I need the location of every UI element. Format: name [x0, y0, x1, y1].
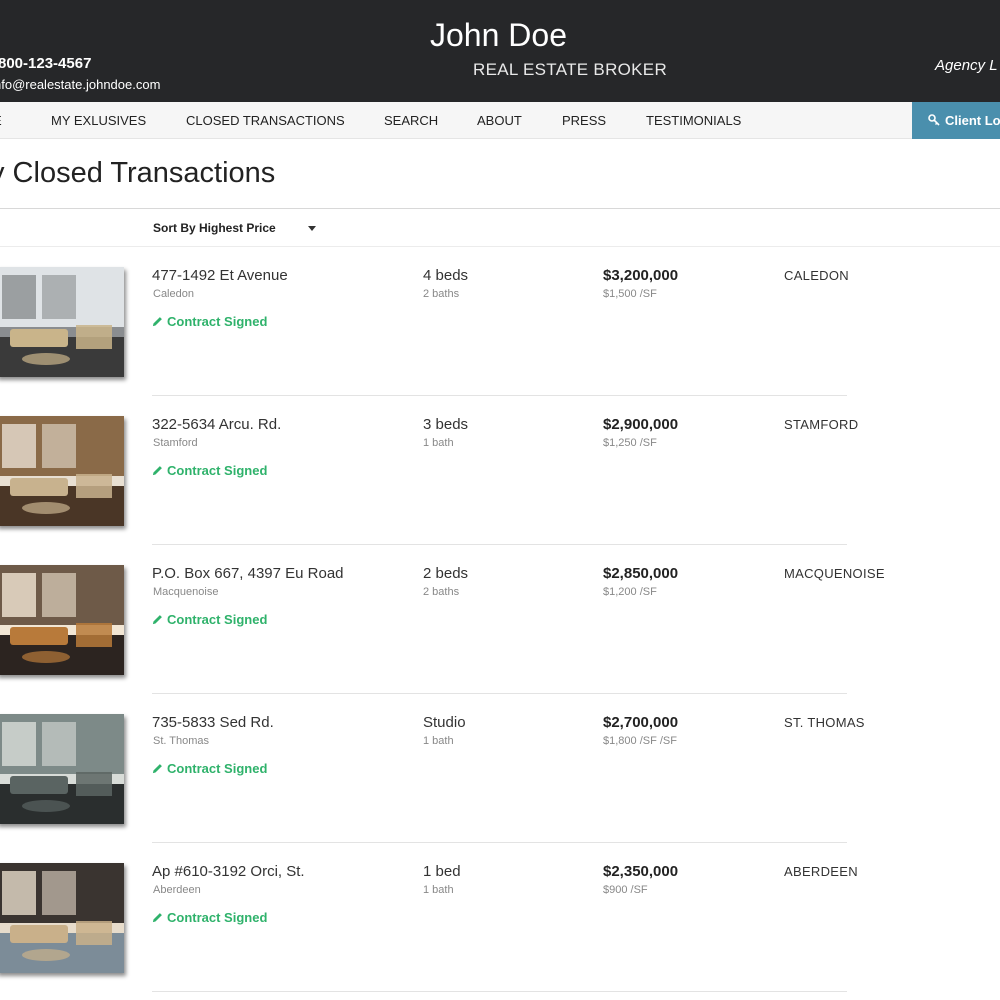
- listing-region: STAMFORD: [784, 417, 859, 432]
- nav-item-about[interactable]: ABOUT: [477, 113, 522, 128]
- nav-item-testimonials[interactable]: TESTIMONIALS: [646, 113, 741, 128]
- listing-price: $3,200,000: [603, 267, 679, 284]
- listing-region: ABERDEEN: [784, 864, 858, 879]
- header-phone[interactable]: 800-123-4567: [0, 55, 91, 72]
- listing-divider: [152, 991, 847, 992]
- title-divider: [0, 208, 1000, 209]
- listing-item: 477-1492 Et Avenue Caledon Contract Sign…: [0, 247, 1000, 396]
- listing-city: St. Thomas: [153, 735, 210, 747]
- listing-price-per-sf: $900 /SF: [603, 884, 648, 896]
- caret-down-icon[interactable]: [308, 226, 316, 231]
- listing-baths: 1 bath: [423, 884, 454, 896]
- listing-region: ST. THOMAS: [784, 715, 865, 730]
- client-login-button[interactable]: Client Lo: [912, 102, 1000, 139]
- listing-baths: 1 bath: [423, 735, 454, 747]
- listing-price: $2,900,000: [603, 416, 679, 433]
- listing-city: Macquenoise: [153, 586, 219, 598]
- listing-item: 735-5833 Sed Rd. St. Thomas Contract Sig…: [0, 694, 1000, 843]
- listing-photo[interactable]: [0, 863, 124, 973]
- listing-price-per-sf: $1,250 /SF: [603, 437, 657, 449]
- listing-baths: 2 baths: [423, 586, 460, 598]
- listing-beds: Studio: [423, 714, 466, 731]
- status-label: Contract Signed: [152, 314, 267, 329]
- nav-item-press[interactable]: PRESS: [562, 113, 606, 128]
- pencil-icon: [152, 764, 162, 774]
- listing-address[interactable]: Ap #610-3192 Orci, St.: [152, 863, 305, 880]
- listing-price: $2,700,000: [603, 714, 679, 731]
- room-photo-icon: [0, 416, 124, 526]
- room-photo-icon: [0, 863, 124, 973]
- listing-photo[interactable]: [0, 565, 124, 675]
- listing-photo[interactable]: [0, 714, 124, 824]
- listing-price-per-sf: $1,200 /SF: [603, 586, 657, 598]
- listing-price: $2,350,000: [603, 863, 679, 880]
- listing-item: 322-5634 Arcu. Rd. Stamford Contract Sig…: [0, 396, 1000, 545]
- pencil-icon: [152, 913, 162, 923]
- listing-baths: 1 bath: [423, 437, 454, 449]
- listing-price: $2,850,000: [603, 565, 679, 582]
- listing-beds: 2 beds: [423, 565, 469, 582]
- listing-price-per-sf: $1,500 /SF: [603, 288, 657, 300]
- status-text: Contract Signed: [167, 463, 268, 478]
- status-label: Contract Signed: [152, 463, 267, 478]
- listing-region: MACQUENOISE: [784, 566, 885, 581]
- listing-city: Stamford: [153, 437, 198, 449]
- listing-city: Caledon: [153, 288, 194, 300]
- pencil-icon: [152, 466, 162, 476]
- listing-address[interactable]: 735-5833 Sed Rd.: [152, 714, 274, 731]
- sort-dropdown[interactable]: Sort By Highest Price: [153, 221, 276, 235]
- listing-address[interactable]: P.O. Box 667, 4397 Eu Road: [152, 565, 344, 582]
- key-icon: [928, 114, 940, 126]
- broker-name[interactable]: John Doe: [430, 17, 567, 54]
- status-text: Contract Signed: [167, 612, 268, 627]
- status-text: Contract Signed: [167, 910, 268, 925]
- listing-address[interactable]: 322-5634 Arcu. Rd.: [152, 416, 281, 433]
- listing-region: CALEDON: [784, 268, 849, 283]
- listing-baths: 2 baths: [423, 288, 460, 300]
- pencil-icon: [152, 317, 162, 327]
- room-photo-icon: [0, 267, 124, 377]
- status-label: Contract Signed: [152, 612, 267, 627]
- listing-photo[interactable]: [0, 416, 124, 526]
- header-email[interactable]: nfo@realestate.johndoe.com: [0, 77, 160, 92]
- room-photo-icon: [0, 565, 124, 675]
- listing-city: Aberdeen: [153, 884, 201, 896]
- main-nav: E MY EXLUSIVES CLOSED TRANSACTIONS SEARC…: [0, 102, 1000, 139]
- status-label: Contract Signed: [152, 761, 267, 776]
- listing-item: P.O. Box 667, 4397 Eu Road Macquenoise C…: [0, 545, 1000, 694]
- listing-item: Ap #610-3192 Orci, St. Aberdeen Contract…: [0, 843, 1000, 992]
- nav-item-my-exclusives[interactable]: MY EXLUSIVES: [51, 113, 146, 128]
- pencil-icon: [152, 615, 162, 625]
- status-label: Contract Signed: [152, 910, 267, 925]
- page-title: y Closed Transactions: [0, 157, 276, 189]
- status-text: Contract Signed: [167, 761, 268, 776]
- listing-beds: 1 bed: [423, 863, 461, 880]
- listing-beds: 3 beds: [423, 416, 469, 433]
- nav-item-home[interactable]: E: [0, 113, 2, 128]
- room-photo-icon: [0, 714, 124, 824]
- client-login-label: Client Lo: [945, 113, 1000, 128]
- listing-price-per-sf: $1,800 /SF /SF: [603, 735, 677, 747]
- nav-item-closed-transactions[interactable]: CLOSED TRANSACTIONS: [186, 113, 345, 128]
- agency-name[interactable]: Agency L: [935, 57, 998, 74]
- site-header: 800-123-4567 nfo@realestate.johndoe.com …: [0, 0, 1000, 102]
- broker-title: REAL ESTATE BROKER: [473, 60, 668, 79]
- listing-photo[interactable]: [0, 267, 124, 377]
- listing-beds: 4 beds: [423, 267, 469, 284]
- nav-item-search[interactable]: SEARCH: [384, 113, 438, 128]
- listing-address[interactable]: 477-1492 Et Avenue: [152, 267, 288, 284]
- status-text: Contract Signed: [167, 314, 268, 329]
